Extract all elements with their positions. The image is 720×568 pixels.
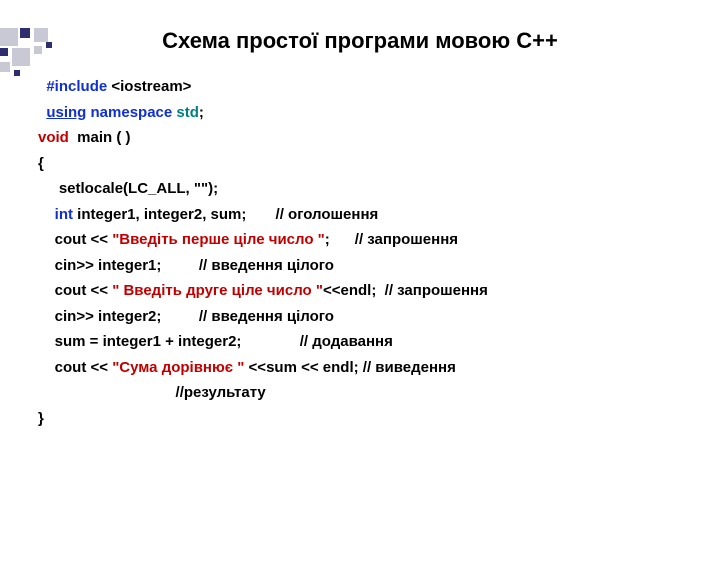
code-line-sum: sum = integer1 + integer2; // додавання	[38, 329, 700, 355]
op: <<	[91, 231, 109, 248]
code-line-include: #include <iostream>	[38, 74, 700, 100]
cout3-c: endl; // виведення	[319, 359, 456, 376]
code-line-result-comment: //результату	[38, 380, 700, 406]
identifier-std: std	[172, 104, 199, 121]
code-line-cout-3: cout << "Сума дорівнює " <<sum << endl; …	[38, 355, 700, 381]
keyword-void: void	[38, 129, 69, 146]
cout3-b: sum	[266, 359, 301, 376]
code-line-brace-open: {	[38, 151, 700, 177]
main-signature: main ( )	[69, 129, 131, 146]
slide-title: Схема простої програми мовою С++	[0, 28, 720, 54]
code-line-int-decl: int integer1, integer2, sum; // оголошен…	[38, 202, 700, 228]
cout2-a: cout	[38, 282, 91, 299]
code-block: #include <iostream> using namespace std;…	[0, 74, 720, 431]
code-line-cin-1: cin>> integer1; // введення цілого	[38, 253, 700, 279]
corner-decoration	[0, 28, 90, 88]
code-line-cout-1: cout << "Введіть перше ціле число "; // …	[38, 227, 700, 253]
cout3-a: cout	[38, 359, 91, 376]
op: <<	[249, 359, 267, 376]
code-line-setlocale: setlocale(LC_ALL, "");	[38, 176, 700, 202]
op: <<	[301, 359, 319, 376]
string-2: " Введіть друге ціле число "	[108, 282, 323, 299]
include-target: <iostream>	[107, 78, 191, 95]
semicolon: ;	[199, 104, 204, 121]
cout1-b: ; // запрошення	[325, 231, 458, 248]
cout1-a: cout	[38, 231, 91, 248]
keyword-namespace: namespace	[86, 104, 172, 121]
op: <<	[91, 359, 109, 376]
keyword-int: int	[38, 206, 73, 223]
op: <<	[91, 282, 109, 299]
code-line-void-main: void main ( )	[38, 125, 700, 151]
keyword-using: using	[46, 104, 86, 121]
code-line-cin-2: cin>> integer2; // введення цілого	[38, 304, 700, 330]
string-3: "Сума дорівнює "	[108, 359, 249, 376]
cout2-b: endl; // запрошення	[341, 282, 488, 299]
decl-rest: integer1, integer2, sum; // оголошення	[73, 206, 378, 223]
code-line-brace-close: }	[38, 406, 700, 432]
code-line-cout-2: cout << " Введіть друге ціле число "<<en…	[38, 278, 700, 304]
code-line-using: using namespace std;	[38, 100, 700, 126]
string-1: "Введіть перше ціле число "	[108, 231, 325, 248]
op: <<	[323, 282, 341, 299]
